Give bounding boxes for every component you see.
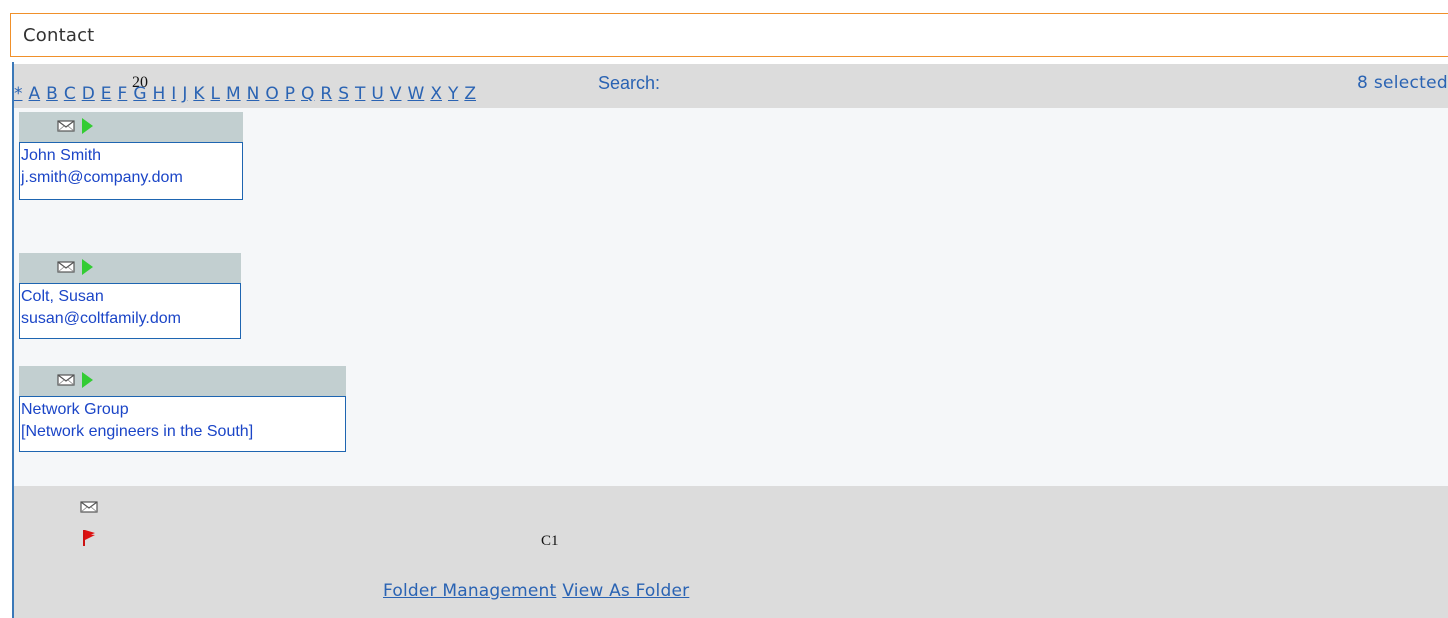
contact-email[interactable]: susan@coltfamily.dom	[21, 308, 240, 330]
footer-label: C1	[541, 533, 559, 549]
alpha-link-i[interactable]: I	[171, 84, 176, 104]
alpha-link-x[interactable]: X	[430, 84, 442, 104]
play-icon[interactable]	[82, 259, 93, 275]
alpha-link-s[interactable]: S	[338, 84, 349, 104]
contact-card-body[interactable]: Colt, Susan susan@coltfamily.dom	[19, 283, 241, 339]
alpha-link-o[interactable]: O	[265, 84, 278, 104]
alpha-link-y[interactable]: Y	[448, 84, 458, 104]
envelope-icon[interactable]	[80, 499, 98, 513]
alpha-link-r[interactable]: R	[320, 84, 332, 104]
alpha-link-j[interactable]: J	[182, 84, 187, 104]
alpha-link-h[interactable]: H	[153, 84, 166, 104]
footer-panel: C1 Folder Management View As Folder	[14, 486, 1448, 618]
contact-name[interactable]: Colt, Susan	[21, 286, 240, 308]
contact-card-header	[19, 112, 243, 142]
contact-card-header	[19, 253, 241, 283]
contact-email[interactable]: j.smith@company.dom	[21, 167, 242, 189]
alpha-link-v[interactable]: V	[390, 84, 402, 104]
contact-list: John Smith j.smith@company.dom Colt, Sus…	[14, 108, 1448, 486]
alpha-link-l[interactable]: L	[210, 84, 219, 104]
alpha-link-b[interactable]: B	[46, 84, 58, 104]
play-icon[interactable]	[82, 118, 93, 134]
contact-card: John Smith j.smith@company.dom	[19, 112, 243, 200]
alphabet-filter: * A B C D E F G H I J K L M N O P Q R S T U V W X Y Z	[14, 84, 482, 104]
flag-icon[interactable]	[82, 529, 96, 547]
contact-card-header	[19, 366, 346, 396]
alpha-link-d[interactable]: D	[82, 84, 95, 104]
contact-card: Colt, Susan susan@coltfamily.dom	[19, 253, 241, 339]
alpha-link-k[interactable]: K	[193, 84, 204, 104]
alpha-link-n[interactable]: N	[247, 84, 260, 104]
alpha-link-t[interactable]: T	[355, 84, 365, 104]
alpha-link-all[interactable]: *	[14, 84, 23, 104]
alpha-link-z[interactable]: Z	[464, 84, 476, 104]
alpha-link-a[interactable]: A	[29, 84, 41, 104]
page-title: Contact	[23, 25, 95, 46]
page-header: Contact	[10, 13, 1448, 57]
group-description[interactable]: [Network engineers in the South]	[21, 421, 345, 443]
envelope-icon[interactable]	[57, 118, 75, 132]
alpha-link-c[interactable]: C	[64, 84, 76, 104]
group-name[interactable]: Network Group	[21, 399, 345, 421]
contact-card: Network Group [Network engineers in the …	[19, 366, 346, 452]
selected-count: 8 selected	[1357, 73, 1448, 93]
folder-management-link[interactable]: Folder Management	[383, 581, 556, 601]
alpha-link-p[interactable]: P	[285, 84, 295, 104]
alpha-link-f[interactable]: F	[118, 84, 128, 104]
alpha-link-m[interactable]: M	[226, 84, 241, 104]
alpha-link-w[interactable]: W	[408, 84, 425, 104]
view-as-folder-link[interactable]: View As Folder	[562, 581, 689, 601]
search-label: Search:	[598, 73, 661, 93]
contact-card-body[interactable]: Network Group [Network engineers in the …	[19, 396, 346, 452]
play-icon[interactable]	[82, 372, 93, 388]
contact-card-body[interactable]: John Smith j.smith@company.dom	[19, 142, 243, 200]
alpha-link-u[interactable]: U	[371, 84, 383, 104]
footer-links: Folder Management View As Folder	[383, 581, 695, 601]
toolbar: 20 Search: 8 selected * A B C D E F G H I J K L M N O P Q…	[14, 64, 1448, 108]
alpha-link-e[interactable]: E	[101, 84, 112, 104]
envelope-icon[interactable]	[57, 259, 75, 273]
contact-name[interactable]: John Smith	[21, 145, 242, 167]
alpha-link-q[interactable]: Q	[301, 84, 314, 104]
envelope-icon[interactable]	[57, 372, 75, 386]
alpha-link-g[interactable]: G	[133, 84, 146, 104]
